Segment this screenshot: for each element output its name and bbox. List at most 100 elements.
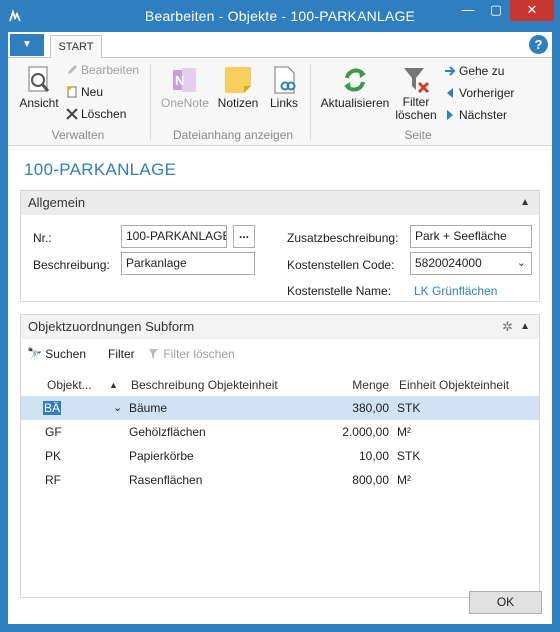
table-row[interactable]: GF Gehölzflächen 2.000,00 M² [21, 420, 539, 444]
loeschen-button[interactable]: Löschen [66, 107, 126, 121]
row-menge: 2.000,00 [342, 425, 389, 439]
allgemein-header[interactable]: Allgemein ▲ [21, 191, 539, 215]
beschreibung-label: Beschreibung: [33, 258, 110, 272]
table-row[interactable]: RF Rasenflächen 800,00 M² [21, 468, 539, 492]
gehe-zu-label: Gehe zu [459, 64, 505, 78]
gehe-zu-button[interactable]: Gehe zu [444, 64, 504, 78]
links-icon [274, 66, 296, 94]
row-einheit: STK [397, 401, 421, 415]
grid-header: Objekt... ▲ Beschreibung Objekteinheit M… [21, 374, 539, 396]
row-code: RF [45, 473, 61, 487]
ribbon-separator [310, 64, 311, 140]
neu-button[interactable]: Neu [66, 85, 103, 99]
app-window: Bearbeiten - Objekte - 100-PARKANLAGE — … [0, 0, 560, 632]
kostenstellen-code-value: 5820024000 [415, 256, 482, 270]
chevron-down-icon[interactable]: ⌄ [517, 253, 526, 274]
col-einheit[interactable]: Einheit Objekteinheit [399, 378, 509, 392]
group-dateianhang: Dateianhang anzeigen [172, 128, 294, 142]
triangle-left-icon [447, 88, 453, 98]
col-beschreibung[interactable]: Beschreibung Objekteinheit [131, 378, 278, 392]
gear-icon[interactable]: ✲ [502, 315, 513, 339]
row-code-input[interactable]: BÄ [43, 401, 62, 415]
delete-x-icon [66, 108, 78, 120]
onenote-button[interactable]: N OneNote [158, 64, 212, 110]
zusatz-label: Zusatzbeschreibung: [287, 231, 399, 245]
title-bar: Bearbeiten - Objekte - 100-PARKANLAGE — … [0, 0, 560, 32]
zusatz-field[interactable]: Park + Seefläche [410, 225, 532, 248]
row-code: BÄ [43, 401, 62, 415]
filter-button[interactable]: Filter [108, 347, 135, 361]
suchen-label: Suchen [45, 347, 86, 361]
tab-start[interactable]: START [50, 35, 102, 59]
new-document-icon [67, 86, 77, 98]
filter-loeschen-button[interactable]: Filter löschen [392, 64, 440, 122]
ansicht-button[interactable]: Ansicht [14, 64, 64, 110]
clear-filter-icon [404, 68, 430, 94]
binoculars-icon: 🔭 [27, 347, 42, 361]
nr-assist-button[interactable]: ... [233, 225, 255, 248]
chevron-down-icon[interactable]: ⌄ [113, 401, 122, 414]
subform-header[interactable]: Objektzuordnungen Subform ✲ ▲ [21, 315, 539, 339]
ansicht-label: Ansicht [19, 96, 59, 110]
triangle-right-icon [447, 110, 453, 120]
row-menge: 800,00 [352, 473, 389, 487]
ribbon: Ansicht Bearbeiten Neu Löschen Verwalten… [8, 58, 552, 146]
collapse-caret-icon[interactable]: ▲ [520, 191, 530, 215]
help-icon[interactable]: ? [529, 35, 548, 54]
onenote-icon: N [173, 68, 196, 92]
loeschen-label: Löschen [81, 107, 127, 121]
allgemein-fasttab: Allgemein ▲ Nr.: 100-PARKANLAGE ... Besc… [20, 190, 540, 302]
sort-asc-icon[interactable]: ▲ [109, 380, 118, 390]
close-button[interactable]: ✕ [510, 0, 554, 21]
group-seite: Seite [404, 128, 432, 142]
kostenstellen-code-select[interactable]: 5820024000 ⌄ [410, 252, 532, 275]
suchen-button[interactable]: 🔭 Suchen [27, 347, 86, 361]
col-menge[interactable]: Menge [339, 378, 389, 392]
links-label: Links [269, 96, 298, 110]
row-menge: 10,00 [358, 449, 389, 463]
row-einheit: STK [397, 449, 421, 463]
row-code: PK [45, 449, 62, 463]
row-code: GF [45, 425, 62, 439]
kostenstelle-name-link[interactable]: LK Grünflächen [414, 284, 497, 298]
aktualisieren-button[interactable]: Aktualisieren [318, 64, 392, 110]
row-menge: 380,00 [352, 401, 389, 415]
links-button[interactable]: Links [264, 64, 304, 110]
filter-loeschen-label-2: löschen [395, 108, 437, 122]
filter-loeschen-sub-label: Filter löschen [163, 347, 235, 361]
svg-text:N: N [175, 73, 184, 88]
vorheriger-label: Vorheriger [459, 86, 515, 100]
kostenstellen-code-label: Kostenstellen Code: [287, 258, 395, 272]
col-code[interactable]: Objekt... [47, 378, 92, 392]
app-menu-button[interactable]: ▼ [10, 34, 44, 56]
neu-label: Neu [81, 85, 104, 99]
filter-loeschen-sub-button[interactable]: Filter löschen [148, 347, 235, 361]
nr-field[interactable]: 100-PARKANLAGE [121, 225, 227, 248]
beschreibung-field[interactable]: Parkanlage [121, 252, 255, 275]
ok-button[interactable]: OK [469, 591, 542, 614]
row-einheit: M² [397, 425, 411, 439]
collapse-caret-icon[interactable]: ▲ [520, 315, 530, 339]
kostenstelle-name-label: Kostenstelle Name: [287, 284, 392, 298]
vorheriger-button[interactable]: Vorheriger [444, 86, 514, 100]
bearbeiten-label: Bearbeiten [81, 63, 140, 77]
naechster-button[interactable]: Nächster [444, 108, 507, 122]
bearbeiten-button[interactable]: Bearbeiten [66, 63, 139, 77]
row-beschreibung: Gehölzflächen [129, 425, 206, 439]
page-title: 100-PARKANLAGE [24, 160, 177, 179]
group-verwalten: Verwalten [51, 128, 105, 142]
table-row[interactable]: PK Papierkörbe 10,00 STK [21, 444, 539, 468]
notizen-button[interactable]: Notizen [214, 64, 262, 110]
aktualisieren-label: Aktualisieren [320, 96, 390, 110]
row-beschreibung: Papierkörbe [129, 449, 194, 463]
onenote-label: OneNote [160, 96, 210, 110]
minimize-button[interactable]: — [454, 0, 482, 21]
row-beschreibung: Rasenflächen [129, 473, 203, 487]
row-beschreibung: Bäume [129, 401, 168, 415]
table-row[interactable]: BÄ ⌄ Bäume 380,00 STK [21, 396, 539, 420]
arrow-right-icon [445, 66, 456, 76]
view-icon [28, 66, 50, 92]
maximize-button[interactable]: ▢ [482, 0, 510, 21]
row-einheit: M² [397, 473, 411, 487]
ribbon-tab-row: ▼ START ? [8, 32, 552, 59]
